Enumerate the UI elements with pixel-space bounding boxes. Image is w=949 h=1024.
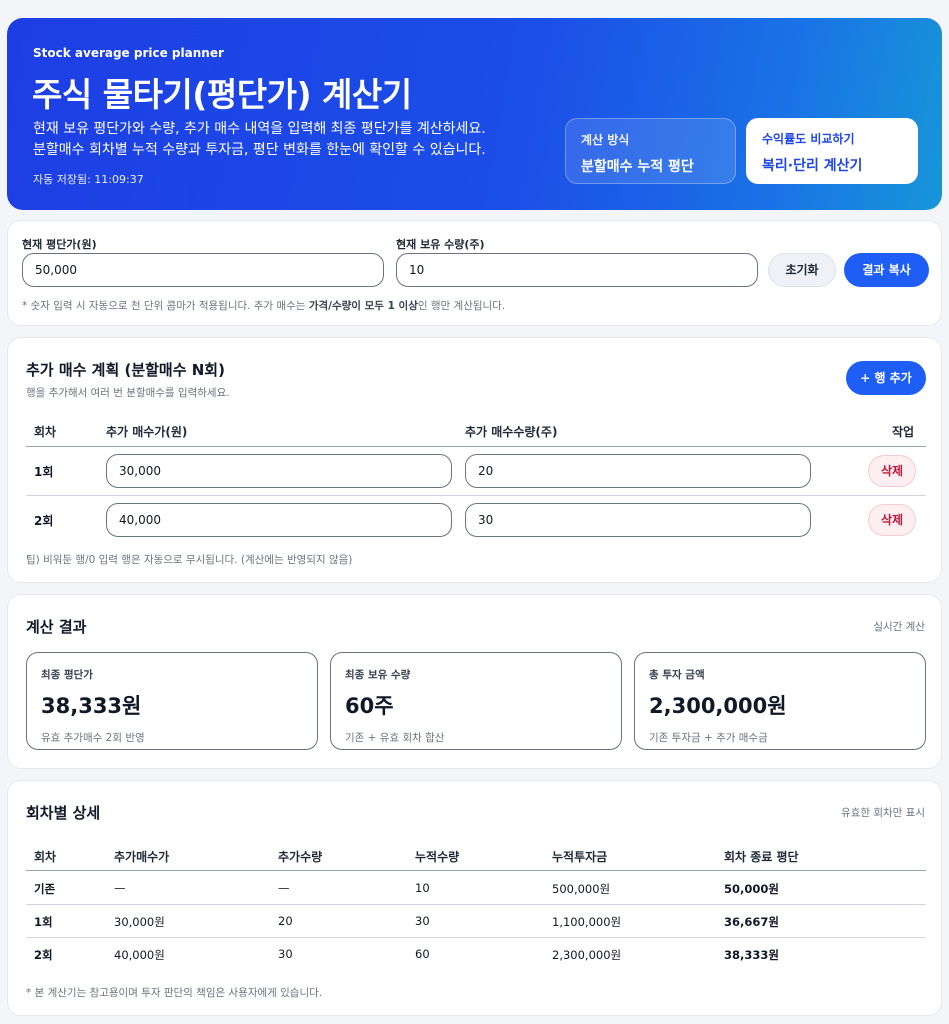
hero-kicker: Stock average price planner	[33, 46, 224, 60]
result-card-value: 60주	[345, 694, 394, 718]
detail-cell-cum-invest: 2,300,000원	[552, 948, 622, 962]
add-row-button[interactable]: + 행 추가	[846, 361, 926, 395]
plan-tip: 팁) 비워둔 행/0 입력 행은 자동으로 무시됩니다. (계산에는 반영되지 …	[26, 554, 353, 566]
copy-result-button[interactable]: 결과 복사	[844, 253, 929, 287]
plan-header-action: 작업	[892, 425, 915, 439]
delete-row-button[interactable]: 삭제	[868, 504, 916, 536]
input-note: * 숫자 입력 시 자동으로 천 단위 콤마가 적용됩니다. 추가 매수는 가격…	[22, 298, 505, 313]
result-title: 계산 결과	[26, 618, 87, 636]
detail-cell-price: 30,000원	[114, 915, 165, 929]
detail-cell-cum-invest: 1,100,000원	[552, 915, 622, 929]
result-card-title: 총 투자 금액	[649, 669, 705, 681]
result-panel: 계산 결과 실시간 계산 최종 평단가 38,333원 유효 추가매수 2회 반…	[7, 594, 942, 769]
plan-row-round: 1회	[34, 465, 54, 479]
result-card-title: 최종 보유 수량	[345, 669, 411, 681]
detail-cell-cum-qty: 30	[415, 914, 430, 928]
hero-description: 현재 보유 평단가와 수량, 추가 매수 내역을 입력해 최종 평단가를 계산하…	[33, 119, 486, 161]
avg-price-input[interactable]: 50,000	[22, 253, 384, 287]
detail-panel: 회차별 상세 유효한 회차만 표시 회차 추가매수가 추가수량 누적수량 누적투…	[7, 780, 942, 1016]
detail-header-divider	[26, 870, 926, 871]
page-title: 주식 물타기(평단가) 계산기	[32, 75, 412, 114]
detail-row-divider	[26, 937, 926, 938]
detail-cell-cum-qty: 10	[415, 881, 430, 895]
detail-cell-end-avg: 38,333원	[724, 948, 779, 962]
plan-row-qty-input[interactable]: 30	[465, 503, 811, 537]
delete-row-button[interactable]: 삭제	[868, 455, 916, 487]
detail-cell-qty: —	[278, 881, 290, 895]
detail-header-cum-invest: 누적투자금	[552, 850, 608, 864]
compare-title: 수익률도 비교하기	[762, 132, 855, 146]
input-panel: 현재 평단가(원) 50,000 현재 보유 수량(주) 10 초기화 결과 복…	[7, 220, 942, 326]
hero-desc-line2: 분할매수 회차별 누적 수량과 투자금, 평단 변화를 한눈에 확인할 수 있습…	[33, 142, 486, 158]
detail-cell-cum-qty: 60	[415, 947, 430, 961]
reset-button[interactable]: 초기화	[768, 253, 836, 287]
detail-cell-price: 40,000원	[114, 948, 165, 962]
plan-row-price-input[interactable]: 30,000	[106, 454, 452, 488]
compare-link-card[interactable]: 수익률도 비교하기 복리·단리 계산기	[746, 118, 918, 184]
result-card-title: 최종 평단가	[41, 669, 93, 681]
detail-cell-cum-invest: 500,000원	[552, 882, 611, 896]
result-realtime-note: 실시간 계산	[873, 621, 925, 633]
plan-row-qty-input[interactable]: 20	[465, 454, 811, 488]
detail-footnote: * 본 계산기는 참고용이며 투자 판단의 책임은 사용자에게 있습니다.	[26, 987, 323, 999]
detail-cell-round: 1회	[34, 915, 53, 929]
detail-cell-end-avg: 50,000원	[724, 882, 779, 896]
detail-header-round: 회차	[34, 850, 57, 864]
detail-cell-qty: 30	[278, 947, 293, 961]
plan-header-divider	[26, 446, 926, 447]
detail-title: 회차별 상세	[26, 804, 101, 822]
detail-valid-note: 유효한 회차만 표시	[841, 807, 925, 819]
plan-row-price-input[interactable]: 40,000	[106, 503, 452, 537]
holding-qty-label: 현재 보유 수량(주)	[396, 238, 485, 251]
result-card-value: 38,333원	[41, 694, 142, 718]
plan-header-price: 추가 매수가(원)	[106, 425, 188, 439]
result-card-value: 2,300,000원	[649, 694, 787, 718]
detail-header-qty: 추가수량	[278, 850, 323, 864]
result-card-sub: 유효 추가매수 2회 반영	[41, 732, 145, 744]
plan-header-round: 회차	[34, 425, 57, 439]
plan-title: 추가 매수 계획 (분할매수 N회)	[26, 361, 225, 379]
input-note-text: * 숫자 입력 시 자동으로 천 단위 콤마가 적용됩니다. 추가 매수는	[22, 300, 309, 312]
avg-price-label: 현재 평단가(원)	[22, 238, 97, 251]
detail-cell-qty: 20	[278, 914, 293, 928]
holding-qty-input[interactable]: 10	[396, 253, 758, 287]
detail-row-divider	[26, 904, 926, 905]
detail-cell-round: 2회	[34, 948, 53, 962]
hero-banner: Stock average price planner 주식 물타기(평단가) …	[7, 18, 942, 210]
plan-row-divider	[26, 495, 926, 496]
detail-cell-end-avg: 36,667원	[724, 915, 779, 929]
method-card: 계산 방식 분할매수 누적 평단	[565, 118, 736, 184]
detail-header-end-avg: 회차 종료 평단	[724, 850, 799, 864]
input-note-text-end: 인 행만 계산됩니다.	[417, 300, 506, 312]
autosave-status: 자동 저장됨: 11:09:37	[33, 173, 144, 186]
result-card-total-qty: 최종 보유 수량 60주 기존 + 유효 회차 합산	[330, 652, 622, 750]
result-card-sub: 기존 투자금 + 추가 매수금	[649, 732, 768, 744]
detail-cell-price: —	[114, 881, 126, 895]
detail-header-cum-qty: 누적수량	[415, 850, 460, 864]
method-title: 계산 방식	[581, 133, 630, 147]
plan-panel: 추가 매수 계획 (분할매수 N회) 행을 추가해서 여러 번 분할매수를 입력…	[7, 337, 942, 583]
plan-subtitle: 행을 추가해서 여러 번 분할매수를 입력하세요.	[26, 387, 230, 399]
hero-desc-line1: 현재 보유 평단가와 수량, 추가 매수 내역을 입력해 최종 평단가를 계산하…	[33, 121, 486, 137]
plan-row-round: 2회	[34, 514, 54, 528]
method-value: 분할매수 누적 평단	[581, 159, 694, 175]
result-card-total-invest: 총 투자 금액 2,300,000원 기존 투자금 + 추가 매수금	[634, 652, 926, 750]
input-note-bold: 가격/수량이 모두 1 이상	[308, 300, 418, 312]
result-card-sub: 기존 + 유효 회차 합산	[345, 732, 445, 744]
compare-value: 복리·단리 계산기	[762, 158, 863, 174]
detail-header-price: 추가매수가	[114, 850, 170, 864]
result-card-avg-price: 최종 평단가 38,333원 유효 추가매수 2회 반영	[26, 652, 318, 750]
detail-cell-round: 기존	[34, 882, 56, 896]
plan-header-qty: 추가 매수수량(주)	[465, 425, 558, 439]
